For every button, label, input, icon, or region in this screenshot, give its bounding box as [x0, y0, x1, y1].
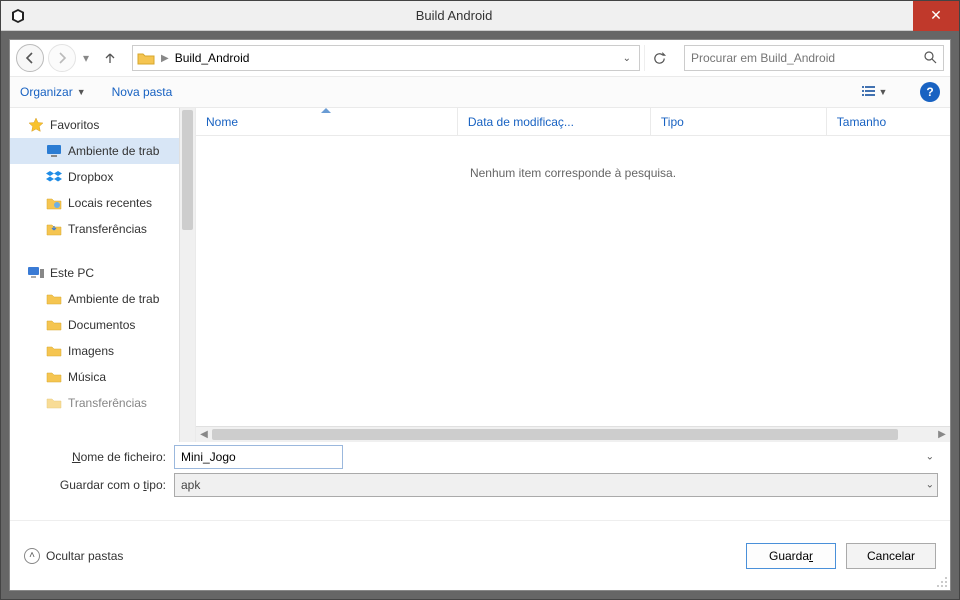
sidebar-item-label: Locais recentes: [68, 196, 152, 210]
sidebar-item-label: Documentos: [68, 318, 135, 332]
breadcrumb-segment[interactable]: Build_Android: [175, 51, 250, 65]
downloads-icon: [46, 221, 62, 237]
dialog-body: ▾ ▶ Build_Android ⌄: [9, 39, 951, 591]
sidebar-item-label: Imagens: [68, 344, 114, 358]
hide-folders-label: Ocultar pastas: [46, 549, 123, 563]
folder-icon: [46, 395, 62, 411]
organize-menu[interactable]: Organizar ▼: [20, 85, 86, 99]
desktop-icon: [46, 143, 62, 159]
unity-app-icon: [9, 7, 27, 25]
folder-icon: [137, 50, 155, 66]
footer: ˄ Ocultar pastas Guardar Cancelar: [10, 520, 950, 590]
sidebar-item-label: Transferências: [68, 396, 147, 410]
favorites-label: Favoritos: [50, 118, 99, 132]
breadcrumb-chevron-icon: ▶: [161, 53, 169, 64]
search-box[interactable]: [684, 45, 944, 71]
chevron-up-icon: ˄: [24, 548, 40, 564]
folder-icon: [46, 343, 62, 359]
thispc-label: Este PC: [50, 266, 94, 280]
scrollbar-thumb[interactable]: [212, 429, 898, 440]
forward-button: [48, 44, 76, 72]
window-title: Build Android: [35, 8, 913, 23]
help-icon: ?: [926, 85, 933, 99]
sidebar-item-label: Transferências: [68, 222, 147, 236]
new-folder-label: Nova pasta: [112, 85, 173, 99]
resize-grip-icon[interactable]: [936, 576, 948, 588]
content-split: Favoritos Ambiente de trab Dropbox: [10, 108, 950, 442]
sidebar-item-desktop[interactable]: Ambiente de trab: [10, 138, 179, 164]
close-button[interactable]: ✕: [913, 1, 959, 31]
star-icon: [28, 117, 44, 133]
sidebar-item-pc-downloads[interactable]: Transferências: [10, 390, 179, 416]
horizontal-scrollbar[interactable]: ◀ ▶: [196, 426, 950, 442]
filename-label: Nome de ficheiro:: [22, 450, 166, 464]
sidebar-item-label: Música: [68, 370, 106, 384]
sidebar-item-pc-documents[interactable]: Documentos: [10, 312, 179, 338]
view-list-icon: [861, 85, 877, 99]
sidebar-group-favorites: Favoritos Ambiente de trab Dropbox: [10, 108, 179, 242]
scroll-right-icon[interactable]: ▶: [934, 427, 950, 443]
sidebar-item-pc-desktop[interactable]: Ambiente de trab: [10, 286, 179, 312]
sidebar-item-label: Ambiente de trab: [68, 292, 159, 306]
sidebar-scrollbar[interactable]: [179, 108, 195, 442]
address-bar[interactable]: ▶ Build_Android ⌄: [132, 45, 640, 71]
close-icon: ✕: [930, 7, 942, 24]
sidebar-item-label: Dropbox: [68, 170, 113, 184]
sidebar-item-label: Ambiente de trab: [68, 144, 159, 158]
chevron-down-icon[interactable]: ⌄: [926, 452, 934, 463]
sidebar: Favoritos Ambiente de trab Dropbox: [10, 108, 196, 442]
column-name[interactable]: Nome: [196, 108, 458, 135]
organize-label: Organizar: [20, 85, 73, 99]
navigation-row: ▾ ▶ Build_Android ⌄: [10, 40, 950, 76]
column-headers: Nome Data de modificaç... Tipo Tamanho: [196, 108, 950, 136]
filename-input[interactable]: [174, 445, 343, 469]
sidebar-head-favorites[interactable]: Favoritos: [10, 112, 179, 138]
file-list-area: Nome Data de modificaç... Tipo Tamanho N…: [196, 108, 950, 442]
savetype-label: Guardar com o tipo:: [22, 478, 166, 492]
view-options-button[interactable]: ▼: [854, 81, 894, 103]
new-folder-button[interactable]: Nova pasta: [112, 85, 173, 99]
dropbox-icon: [46, 169, 62, 185]
column-date[interactable]: Data de modificaç...: [458, 108, 651, 135]
sidebar-item-recent[interactable]: Locais recentes: [10, 190, 179, 216]
save-button[interactable]: Guardar: [746, 543, 836, 569]
filename-row: Nome de ficheiro: ⌄: [10, 442, 950, 472]
empty-message: Nenhum item corresponde à pesquisa.: [196, 136, 950, 426]
back-button[interactable]: [16, 44, 44, 72]
sidebar-group-thispc: Este PC Ambiente de trab Documentos: [10, 256, 179, 416]
scrollbar-track[interactable]: [212, 427, 934, 442]
search-icon: [923, 50, 937, 67]
chevron-down-icon: ▼: [77, 87, 86, 97]
savetype-row: Guardar com o tipo: apk ⌄: [10, 470, 950, 500]
folder-icon: [46, 317, 62, 333]
history-dropdown-icon[interactable]: ▾: [80, 44, 92, 72]
sidebar-item-downloads[interactable]: Transferências: [10, 216, 179, 242]
chevron-down-icon: ▼: [879, 87, 888, 97]
recent-icon: [46, 195, 62, 211]
address-dropdown-icon[interactable]: ⌄: [619, 53, 635, 64]
savetype-select[interactable]: apk: [174, 473, 938, 497]
sidebar-item-pc-music[interactable]: Música: [10, 364, 179, 390]
up-button[interactable]: [100, 48, 120, 68]
search-input[interactable]: [691, 51, 923, 65]
refresh-button[interactable]: [644, 45, 674, 71]
hide-folders-toggle[interactable]: ˄ Ocultar pastas: [24, 548, 123, 564]
sidebar-head-thispc[interactable]: Este PC: [10, 260, 179, 286]
help-button[interactable]: ?: [920, 82, 940, 102]
folder-icon: [46, 291, 62, 307]
chevron-down-icon[interactable]: ⌄: [926, 480, 934, 491]
computer-icon: [28, 265, 44, 281]
column-type[interactable]: Tipo: [651, 108, 827, 135]
sidebar-item-pc-images[interactable]: Imagens: [10, 338, 179, 364]
save-dialog-window: Build Android ✕ ▾ ▶ Build_Android ⌄: [0, 0, 960, 600]
titlebar: Build Android ✕: [1, 1, 959, 31]
scroll-left-icon[interactable]: ◀: [196, 427, 212, 443]
sidebar-item-dropbox[interactable]: Dropbox: [10, 164, 179, 190]
cancel-button[interactable]: Cancelar: [846, 543, 936, 569]
scrollbar-thumb[interactable]: [182, 110, 193, 230]
column-size[interactable]: Tamanho: [827, 108, 950, 135]
toolbar: Organizar ▼ Nova pasta ▼ ?: [10, 76, 950, 108]
folder-icon: [46, 369, 62, 385]
